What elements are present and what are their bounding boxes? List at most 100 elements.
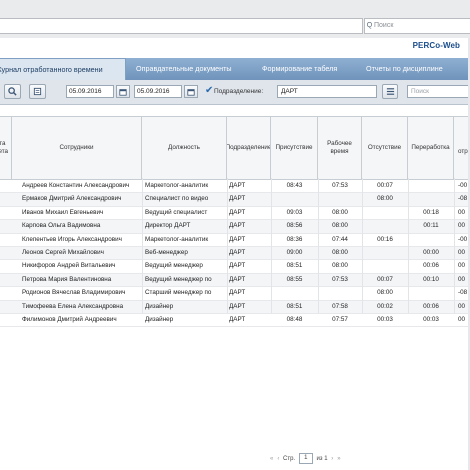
cell-position: Маркетолог-аналитик <box>145 182 209 189</box>
cell-absence: 00:07 <box>377 275 393 283</box>
cell-overtime: 00:11 <box>423 222 439 230</box>
cell-position: Специалист по видео <box>145 195 209 203</box>
cell-position: Дизайнер <box>145 302 174 310</box>
cell-absence <box>362 260 408 272</box>
table-row[interactable]: Клепентьев Игорь Александрович Маркетолог… <box>0 234 470 247</box>
cell-absence <box>362 220 408 232</box>
date-to-input[interactable]: 05.09.2016 <box>134 85 182 98</box>
app-header: PERCo-Web <box>0 38 470 56</box>
cell-position: Маркетолог-аналитик <box>145 235 209 243</box>
prev-page-icon[interactable]: ‹ <box>277 456 279 462</box>
cell-presence: 08:51 <box>286 302 303 310</box>
col-header-position[interactable]: Должность <box>142 117 227 179</box>
cell-work-time: 08:00 <box>332 262 348 270</box>
cell-overtime: 00:06 <box>423 262 439 270</box>
cell-overtime <box>408 287 454 299</box>
cell-work-time: 08:00 <box>332 208 348 216</box>
cell-department: ДАРТ <box>229 289 246 297</box>
cell-employee: Иванов Михаил Евгеньевич <box>22 208 104 216</box>
cell-absence <box>362 247 408 259</box>
column-divider <box>227 178 228 313</box>
last-page-icon[interactable]: » <box>337 456 340 462</box>
cell-department: ДАРТ <box>229 315 246 323</box>
page-number-input[interactable]: 1 <box>298 453 313 464</box>
table-row[interactable]: Тимофеева Елена Александровна Дизайнер ДАР… <box>0 300 470 314</box>
cell-absence <box>362 207 408 219</box>
tab-discipline-reports[interactable]: Отчеты по дисциплине <box>366 58 443 80</box>
table-search-input[interactable]: Поиск <box>407 85 470 98</box>
table-row[interactable]: Ермаков Дмитрий Александрович Специалист … <box>0 193 470 207</box>
department-input[interactable]: ДАРТ <box>277 85 377 98</box>
cell-overtime: 00:18 <box>423 208 439 216</box>
column-divider <box>408 178 409 313</box>
cell-work-time <box>318 287 362 299</box>
pager-prefix: Стр. <box>283 456 296 463</box>
cell-employee: Филимонов Дмитрий Андреевич <box>22 315 117 323</box>
browser-toolbar: ↻ × QПоиск <box>0 0 470 49</box>
table-row[interactable]: Петрова Мария Валентиновна Ведущий менедж… <box>0 273 470 288</box>
column-divider <box>142 178 143 313</box>
cell-overtime <box>408 234 454 246</box>
first-page-icon[interactable]: « <box>270 456 273 462</box>
col-header-absence[interactable]: Отсутствие <box>362 117 408 179</box>
cell-employee: Андреев Константин Александрович <box>22 182 130 189</box>
col-header-presence[interactable]: Присутствие <box>271 117 318 179</box>
cell-overtime <box>408 180 454 192</box>
col-header-work-time[interactable]: Рабочее время <box>318 117 362 179</box>
date-from-calendar-button[interactable] <box>116 85 130 98</box>
table-row[interactable]: Иванов Михаил Евгеньевич Ведущий специали… <box>0 207 470 221</box>
search-icon <box>8 87 17 96</box>
cell-presence <box>271 287 318 299</box>
work-time-table: Дата отчета Сотрудники Должность Подразд… <box>0 116 470 328</box>
date-from-input[interactable]: 05.09.2016 <box>66 85 114 98</box>
tab-work-time-journal[interactable]: Журнал отработанного времени <box>0 58 126 80</box>
col-header-report-date[interactable]: Дата отчета <box>0 117 12 179</box>
col-header-employees[interactable]: Сотрудники <box>12 117 142 179</box>
cell-absence: 00:02 <box>377 302 393 310</box>
cell-presence: 08:48 <box>286 315 303 323</box>
cell-presence: 09:03 <box>286 208 303 216</box>
print-button[interactable] <box>29 84 46 99</box>
department-label: Подразделение: <box>214 88 264 95</box>
cell-absence: 08:00 <box>377 289 393 297</box>
cell-absence: 00:16 <box>377 235 393 243</box>
cell-position: Ведущий специалист <box>145 208 208 216</box>
table-header: Дата отчета Сотрудники Должность Подразд… <box>0 116 470 180</box>
search-engine-icon: Q <box>366 22 373 29</box>
cell-work-time: 07:44 <box>332 235 348 243</box>
cell-work-time: 07:53 <box>332 182 348 189</box>
cell-work-time <box>318 193 362 205</box>
cell-employee: Тимофеева Елена Александровна <box>22 302 124 310</box>
date-to-calendar-button[interactable] <box>184 85 198 98</box>
cell-employee: Петрова Мария Валентиновна <box>22 275 112 283</box>
table-row[interactable]: Никифоров Андрей Витальевич Ведущий менед… <box>0 260 470 274</box>
tab-justification-documents[interactable]: Оправдательные документы <box>136 58 232 80</box>
department-filter-checkbox[interactable]: ✔ <box>205 85 213 97</box>
pager: « ‹ Стр. 1 из 1 › » <box>268 453 343 464</box>
table-row[interactable]: Родионов Вячеслав Владимирович Старший ме… <box>0 287 470 301</box>
cell-position: Веб-менеджер <box>145 248 188 256</box>
tab-timesheet-generation[interactable]: Формирование табеля <box>262 58 337 80</box>
table-row[interactable]: Леонов Сергей Михайлович Веб-менеджер ДАРТ… <box>0 246 470 261</box>
browser-search-box[interactable]: Q Поиск <box>364 18 470 34</box>
cell-employee: Никифоров Андрей Витальевич <box>22 262 116 270</box>
cell-position: Ведущий менеджер <box>145 262 203 270</box>
department-select-button[interactable] <box>382 84 398 99</box>
cell-absence: 00:03 <box>377 315 393 323</box>
cell-work-time: 07:53 <box>332 275 348 283</box>
table-row[interactable]: Карпова Ольга Вадимовна Директор ДАРТ ДАРТ… <box>0 220 470 234</box>
cell-department: ДАРТ <box>229 222 246 230</box>
cell-work-time: 07:57 <box>332 315 348 323</box>
table-row[interactable]: Андреев Константин Александрович Маркетол… <box>0 180 470 194</box>
calendar-icon <box>119 89 127 96</box>
next-page-icon[interactable]: › <box>331 456 333 462</box>
cell-employee: Ермаков Дмитрий Александрович <box>22 195 122 203</box>
table-row[interactable]: Филимонов Дмитрий Андреевич Дизайнер ДАРТ 0… <box>0 314 470 328</box>
cell-overtime: 00:00 <box>423 248 439 256</box>
cell-department: ДАРТ <box>229 275 246 283</box>
search-button[interactable] <box>4 84 21 99</box>
address-bar[interactable]: ↻ × <box>0 18 363 49</box>
col-header-department[interactable]: Подразделение <box>227 117 271 179</box>
col-header-overtime[interactable]: Переработка <box>408 117 454 179</box>
column-divider <box>318 178 319 313</box>
